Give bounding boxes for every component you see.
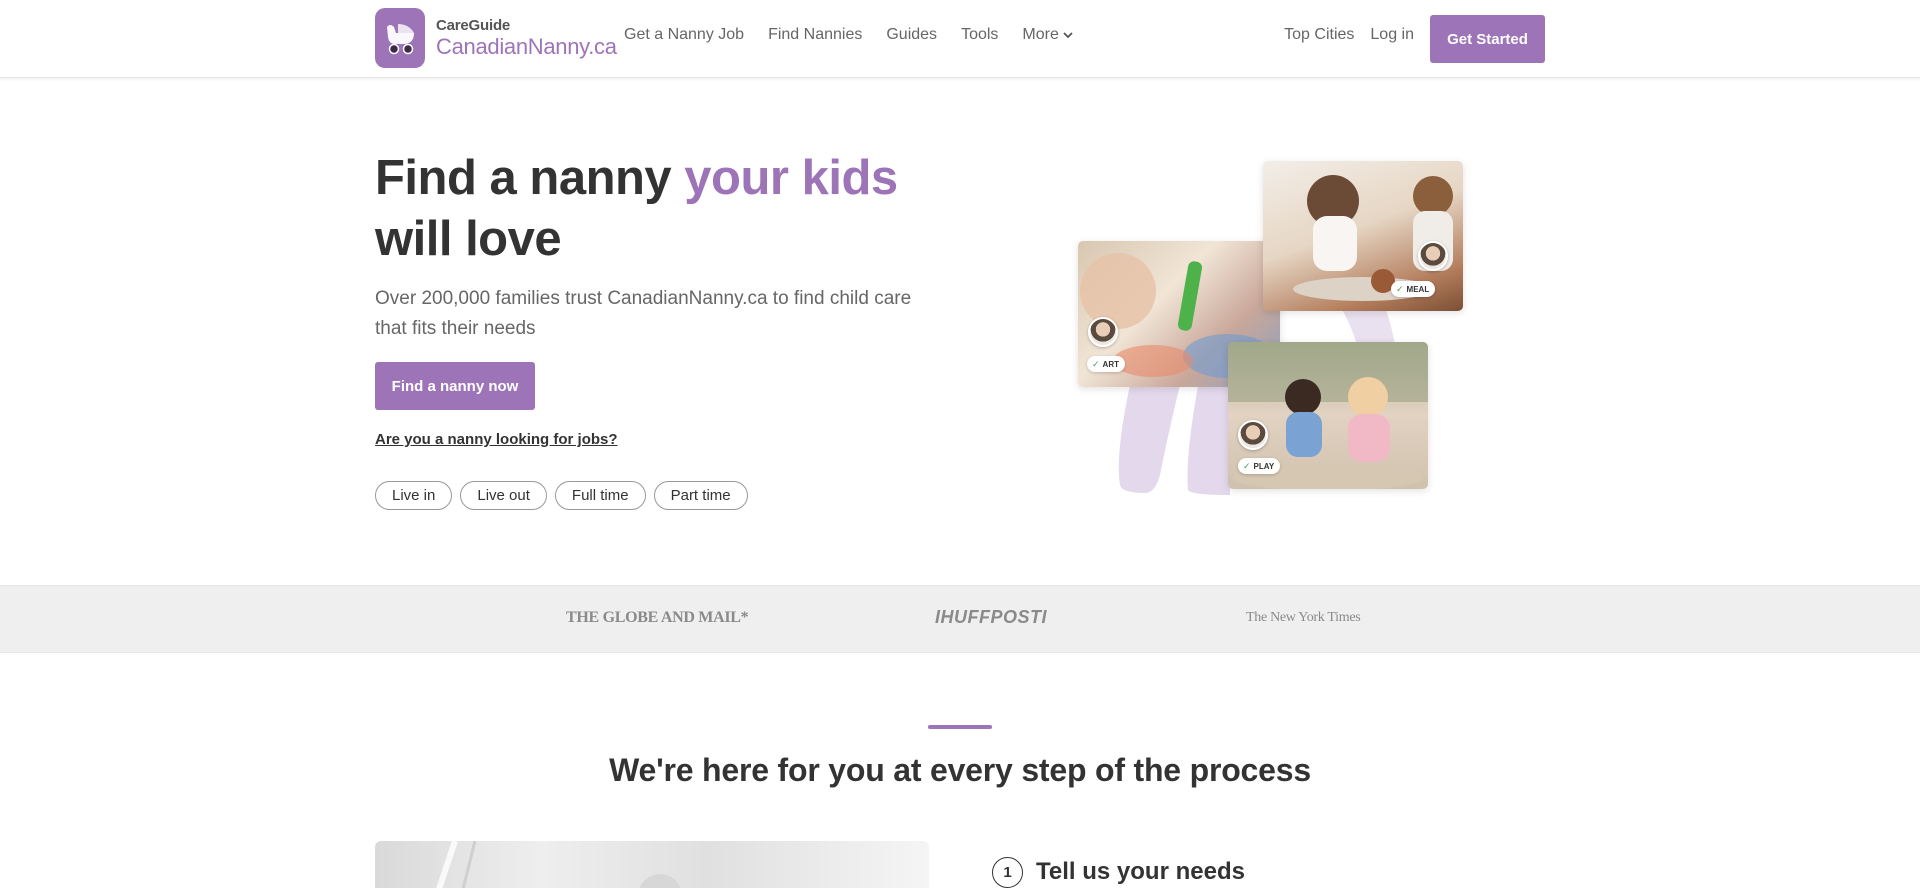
meal-tag: ✓ MEAL bbox=[1391, 281, 1436, 297]
main-nav: Get a Nanny Job Find Nannies Guides Tool… bbox=[624, 26, 1097, 44]
art-tag: ✓ ART bbox=[1087, 356, 1125, 372]
art-tag-label: ART bbox=[1102, 359, 1119, 369]
hero-title-part2: will love bbox=[375, 212, 562, 266]
huffpost-logo: IHUFFPOSTI bbox=[935, 607, 1047, 627]
section-divider bbox=[928, 725, 992, 729]
logo-careguide: CareGuide bbox=[436, 17, 511, 34]
care-type-pills: Live in Live out Full time Part time bbox=[375, 481, 756, 510]
step-title: Tell us your needs bbox=[1036, 858, 1245, 885]
pill-part-time[interactable]: Part time bbox=[653, 481, 748, 510]
hero-title-part1: Find a nanny bbox=[375, 151, 685, 205]
logo-link[interactable]: CareGuide CanadianNanny.ca bbox=[375, 8, 617, 68]
nav-guides[interactable]: Guides bbox=[886, 26, 937, 44]
play-tag: ✓ PLAY bbox=[1238, 458, 1281, 474]
photo-play-time: ✓ PLAY bbox=[1228, 342, 1428, 489]
caregiver-avatar-play bbox=[1238, 420, 1268, 450]
logo-site-name: CanadianNanny.ca bbox=[436, 34, 617, 59]
get-started-button[interactable]: Get Started bbox=[1430, 15, 1545, 63]
nanny-jobs-link[interactable]: Are you a nanny looking for jobs? bbox=[375, 431, 618, 448]
new-york-times-logo: The New York Times bbox=[1246, 610, 1361, 625]
process-section-title: We're here for you at every step of the … bbox=[609, 752, 1311, 788]
pill-full-time[interactable]: Full time bbox=[554, 481, 646, 510]
pill-live-in[interactable]: Live in bbox=[375, 481, 453, 510]
secondary-nav: Top Cities Log in bbox=[1268, 26, 1414, 44]
nav-top-cities[interactable]: Top Cities bbox=[1284, 26, 1354, 44]
play-tag-label: PLAY bbox=[1253, 461, 1275, 471]
press-logos-strip: THE GLOBE AND MAIL* IHUFFPOSTI The New Y… bbox=[0, 585, 1920, 653]
nav-more-dropdown[interactable]: More bbox=[1022, 26, 1073, 44]
nav-tools[interactable]: Tools bbox=[961, 26, 998, 44]
step-photo bbox=[375, 841, 929, 888]
chevron-down-icon bbox=[1063, 31, 1073, 38]
step-number-badge: 1 bbox=[992, 857, 1023, 888]
hero-subtitle: Over 200,000 families trust CanadianNann… bbox=[375, 288, 912, 339]
caregiver-avatar-art bbox=[1088, 317, 1118, 347]
nav-find-nannies[interactable]: Find Nannies bbox=[768, 26, 862, 44]
globe-and-mail-logo: THE GLOBE AND MAIL* bbox=[566, 609, 749, 626]
hero-collage: ✓ ART ✓ MEAL ✓ PLAY bbox=[1070, 155, 1470, 495]
find-nanny-button[interactable]: Find a nanny now bbox=[375, 362, 535, 410]
meal-tag-label: MEAL bbox=[1406, 284, 1430, 294]
nav-get-nanny-job[interactable]: Get a Nanny Job bbox=[624, 26, 744, 44]
hero-title-accent: your kids bbox=[684, 151, 898, 205]
nav-log-in[interactable]: Log in bbox=[1370, 26, 1414, 44]
pill-live-out[interactable]: Live out bbox=[460, 481, 547, 510]
nav-more-label: More bbox=[1022, 26, 1059, 43]
caregiver-avatar-meal bbox=[1418, 241, 1448, 271]
photo-meal-time: ✓ MEAL bbox=[1263, 161, 1463, 311]
site-header: CareGuide CanadianNanny.ca Get a Nanny J… bbox=[0, 0, 1920, 78]
hero-title: Find a nanny your kids will love bbox=[375, 148, 935, 270]
stroller-icon bbox=[375, 8, 425, 68]
